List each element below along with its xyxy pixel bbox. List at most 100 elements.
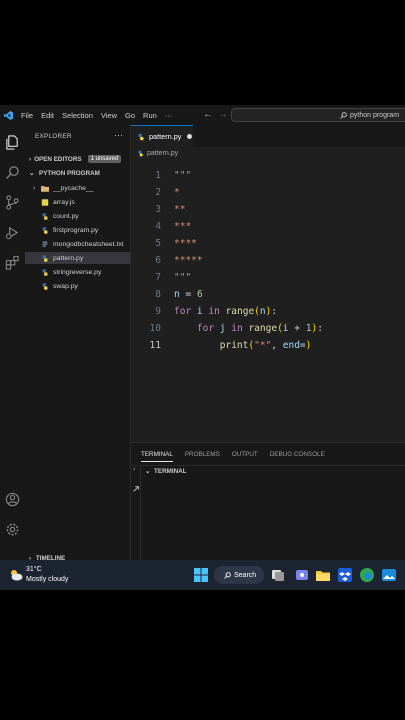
tree-item-label: array.js: [53, 198, 75, 206]
python-file-icon: [42, 254, 48, 262]
tab-problems[interactable]: PROBLEMS: [185, 451, 220, 462]
tree-item-pattern-py[interactable]: pattern.py: [25, 252, 130, 264]
windows-start-icon[interactable]: [193, 567, 209, 583]
open-editors-section[interactable]: › OPEN EDITORS 1 unsaved: [29, 155, 122, 163]
dropbox-icon[interactable]: [337, 567, 353, 583]
code-line: 3 **: [131, 201, 405, 218]
line-text: """: [174, 170, 192, 181]
tree-item-mongodbcheatsheet-txt[interactable]: mongodbcheatsheet.txt: [41, 238, 124, 250]
tree-item-swap-py[interactable]: swap.py: [41, 280, 78, 292]
text-file-icon: [42, 241, 48, 247]
vscode-logo-icon: [4, 110, 13, 120]
run-debug-icon[interactable]: [5, 225, 20, 240]
tree-item-label: swap.py: [53, 282, 78, 290]
menu-selection[interactable]: Selection: [62, 111, 93, 120]
tab-debug-console[interactable]: DEBUG CONSOLE: [270, 451, 325, 462]
photos-icon[interactable]: [381, 567, 397, 583]
code-line: 9 for i in range(n):: [131, 303, 405, 320]
tab-terminal[interactable]: TERMINAL: [141, 451, 173, 462]
explorer-more-button[interactable]: ···: [114, 130, 123, 140]
code-line-current: 11 print("*", end=): [131, 337, 405, 354]
menu-more[interactable]: ···: [165, 111, 173, 120]
weather-widget[interactable]: 31°C Mostly cloudy: [9, 565, 68, 585]
search-icon[interactable]: [5, 165, 20, 180]
task-view-icon[interactable]: [270, 567, 286, 583]
terminal-side-strip: ›: [131, 465, 141, 561]
explorer-icon[interactable]: [5, 135, 20, 150]
code-line: 4 ***: [131, 218, 405, 235]
chat-icon[interactable]: [294, 567, 310, 583]
panel-tabs: TERMINAL PROBLEMS OUTPUT DEBUG CONSOLE: [141, 451, 337, 462]
search-icon: [224, 571, 231, 579]
edge-browser-icon[interactable]: [359, 567, 375, 583]
tree-item-pycache[interactable]: › __pycache__: [33, 182, 93, 194]
tree-item-label: count.py: [53, 212, 79, 220]
python-file-icon: [42, 212, 48, 220]
back-arrow-icon[interactable]: ←: [203, 109, 213, 120]
line-text: for i in range(n):: [174, 306, 278, 317]
command-center-search[interactable]: python program: [231, 108, 405, 122]
taskbar-search[interactable]: Search: [214, 566, 264, 584]
line-number: 2: [155, 187, 161, 198]
menu-view[interactable]: View: [101, 111, 117, 120]
folder-label: PYTHON PROGRAM: [39, 170, 100, 177]
tab-label: pattern.py: [149, 132, 182, 141]
code-editor[interactable]: 1 """ 2 * 3 ** 4 *** 5 **** 6 ***** 7 ""…: [131, 162, 405, 442]
unsaved-badge: 1 unsaved: [87, 155, 122, 163]
tree-item-array-js[interactable]: array.js: [41, 196, 75, 208]
line-number: 1: [155, 170, 161, 181]
line-text: ***: [174, 221, 192, 232]
python-file-icon: [42, 282, 48, 290]
tab-output[interactable]: OUTPUT: [232, 451, 258, 462]
line-text: **: [174, 204, 186, 215]
tree-item-count-py[interactable]: count.py: [41, 210, 79, 222]
explorer-sidebar: EXPLORER ··· › OPEN EDITORS 1 unsaved ⌄ …: [25, 125, 131, 562]
folder-section[interactable]: ⌄ PYTHON PROGRAM: [29, 170, 100, 177]
line-text: """: [174, 272, 192, 283]
open-editors-label: OPEN EDITORS: [34, 155, 82, 163]
chevron-right-icon: ›: [29, 155, 32, 163]
search-text: python program: [350, 111, 400, 119]
line-number: 4: [155, 221, 161, 232]
tree-item-label: mongodbcheatsheet.txt: [53, 240, 124, 248]
vscode-window: File Edit Selection View Go Run ··· ← → …: [0, 105, 405, 590]
taskbar-search-label: Search: [234, 571, 257, 579]
menu-file[interactable]: File: [21, 111, 33, 120]
line-number: 11: [149, 340, 161, 351]
code-line: 5 ****: [131, 235, 405, 252]
tree-item-stringreverse-py[interactable]: stringreverse.py: [41, 266, 101, 278]
tab-pattern-py[interactable]: pattern.py: [131, 125, 193, 147]
tree-item-label: firstprogram.py: [53, 226, 99, 234]
windows-taskbar: 31°C Mostly cloudy Search: [0, 560, 405, 590]
code-line: 2 *: [131, 184, 405, 201]
cloudy-weather-icon: [11, 570, 23, 581]
temperature: 31°C: [26, 566, 42, 573]
chevron-down-icon: ⌄: [145, 468, 151, 475]
line-number: 10: [149, 323, 161, 334]
activity-bar: [0, 125, 25, 560]
account-icon[interactable]: [5, 492, 20, 507]
line-text: ****: [174, 238, 197, 249]
terminal-link-icon[interactable]: [132, 485, 140, 493]
menu-run[interactable]: Run: [143, 111, 157, 120]
terminal-section-header[interactable]: ⌄ TERMINAL: [145, 468, 187, 475]
line-number: 5: [155, 238, 161, 249]
breadcrumb-item[interactable]: pattern.py: [147, 150, 178, 157]
source-control-icon[interactable]: [5, 195, 20, 210]
file-explorer-icon[interactable]: [315, 567, 331, 583]
code-line: 8 n = 6: [131, 286, 405, 303]
menu-edit[interactable]: Edit: [41, 111, 54, 120]
extensions-icon[interactable]: [5, 255, 20, 270]
line-text: print("*", end=): [219, 340, 312, 351]
settings-gear-icon[interactable]: [5, 522, 20, 537]
chevron-right-icon: ›: [33, 184, 36, 192]
python-file-icon: [138, 150, 143, 157]
editor-tabs: pattern.py: [131, 125, 405, 147]
tree-item-firstprogram-py[interactable]: firstprogram.py: [41, 224, 98, 236]
line-number: 3: [155, 204, 161, 215]
unsaved-dot-icon[interactable]: [187, 134, 193, 139]
line-number: 8: [155, 289, 161, 300]
forward-arrow-icon[interactable]: →: [218, 109, 228, 120]
javascript-file-icon: [41, 198, 49, 206]
menu-go[interactable]: Go: [125, 111, 135, 120]
